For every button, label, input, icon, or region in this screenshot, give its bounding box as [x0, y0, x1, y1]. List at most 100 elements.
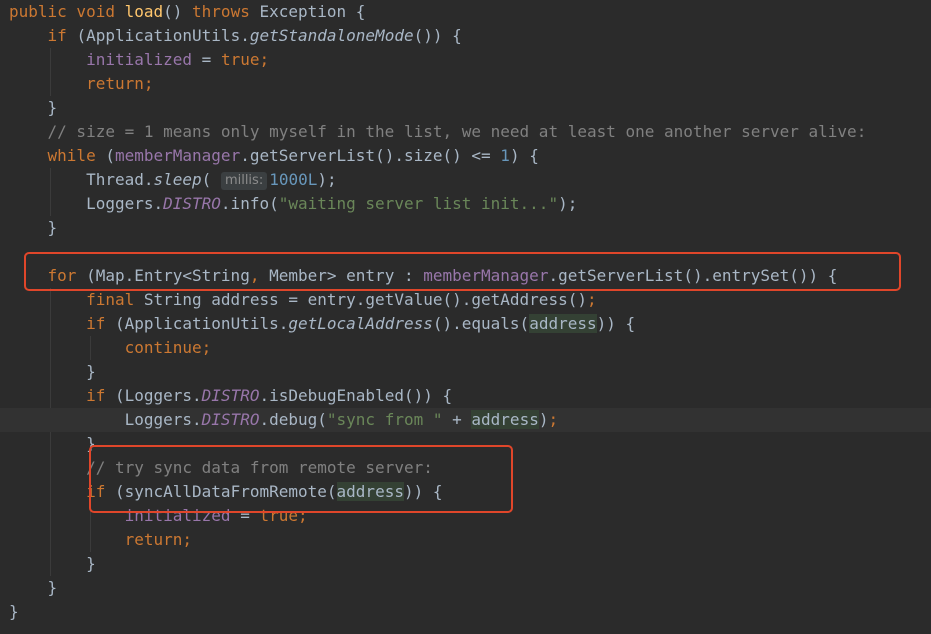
code-line[interactable]: if (ApplicationUtils.getStandaloneMode()… [0, 24, 931, 48]
code-line-text: return; [9, 72, 154, 96]
code-line-text: } [9, 600, 19, 624]
code-line[interactable]: final String address = entry.getValue().… [0, 288, 931, 312]
code-token: initialized [86, 50, 193, 69]
code-token: = [230, 506, 260, 525]
code-editor[interactable]: public void load() throws Exception { if… [0, 0, 931, 634]
code-token: if [47, 26, 77, 45]
code-token: .getServerList().entrySet()) { [548, 266, 838, 285]
code-token: DISTRO [163, 194, 221, 213]
code-token: ()) { [413, 26, 462, 45]
code-line-text: while (memberManager.getServerList().siz… [9, 144, 539, 168]
code-line[interactable]: public void load() throws Exception { [0, 0, 931, 24]
code-line[interactable]: while (memberManager.getServerList().siz… [0, 144, 931, 168]
code-line-text: } [9, 552, 96, 576]
code-token: continue; [124, 338, 212, 357]
code-token: ); [558, 194, 578, 213]
code-line[interactable]: if (ApplicationUtils.getLocalAddress().e… [0, 312, 931, 336]
code-token: } [9, 98, 58, 117]
code-token: () [163, 2, 193, 21]
code-line[interactable]: } [0, 96, 931, 120]
code-line-text: } [9, 216, 58, 240]
code-line[interactable]: Loggers.DISTRO.debug("sync from " + addr… [0, 408, 931, 432]
code-line-text: if (ApplicationUtils.getLocalAddress().e… [9, 312, 635, 336]
code-token: } [9, 578, 58, 597]
code-token: } [9, 602, 19, 621]
code-token: sleep [153, 170, 202, 189]
code-token: // try sync data from remote server: [86, 458, 433, 477]
code-line[interactable]: } [0, 600, 931, 624]
code-token: ; [548, 410, 559, 429]
code-line-text: initialized = true; [9, 504, 308, 528]
code-token: getStandaloneMode [249, 26, 414, 45]
code-token: )) { [403, 482, 443, 501]
code-token: Thread. [9, 170, 154, 189]
code-token: throws [192, 2, 260, 21]
parameter-hint: millis: [220, 172, 268, 190]
code-token: for [47, 266, 87, 285]
code-line-text: if (syncAllDataFromRemote(address)) { [9, 480, 443, 504]
code-line[interactable]: } [0, 432, 931, 456]
code-token: } [9, 554, 96, 573]
code-token: Loggers. [9, 410, 202, 429]
code-line[interactable]: return; [0, 72, 931, 96]
code-token: (Loggers. [114, 386, 202, 405]
code-token: return; [124, 530, 193, 549]
code-line[interactable]: if (Loggers.DISTRO.isDebugEnabled()) { [0, 384, 931, 408]
code-token: .isDebugEnabled()) { [259, 386, 453, 405]
code-line-text: continue; [9, 336, 212, 360]
code-token: ( [201, 170, 221, 189]
code-line[interactable]: Thread.sleep( millis: 1000L); [0, 168, 931, 192]
code-token: , [249, 266, 270, 285]
code-line-text: public void load() throws Exception { [9, 0, 365, 24]
code-line[interactable]: initialized = true; [0, 48, 931, 72]
code-line[interactable]: } [0, 552, 931, 576]
code-line-text: // size = 1 means only myself in the lis… [9, 120, 867, 144]
code-line[interactable]: } [0, 576, 931, 600]
code-line[interactable]: // try sync data from remote server: [0, 456, 931, 480]
code-line-text: } [9, 96, 58, 120]
code-token: if [86, 482, 115, 501]
code-line[interactable] [0, 240, 931, 264]
code-token: initialized [124, 506, 231, 525]
code-token: 1 [500, 146, 510, 165]
code-line-text: } [9, 576, 58, 600]
code-token: addre [471, 410, 520, 429]
code-line-text: final String address = entry.getValue().… [9, 288, 597, 312]
code-token: (syncAllDataFromRemote( [114, 482, 337, 501]
code-token: ( [105, 146, 115, 165]
code-line[interactable]: // size = 1 means only myself in the lis… [0, 120, 931, 144]
code-line[interactable]: Loggers.DISTRO.info("waiting server list… [0, 192, 931, 216]
code-token: // size = 1 means only myself in the lis… [47, 122, 867, 141]
code-token: .getServerList().size() <= [240, 146, 501, 165]
code-token: Member> entry : [269, 266, 424, 285]
code-line[interactable]: initialized = true; [0, 504, 931, 528]
code-line-text: Loggers.DISTRO.info("waiting server list… [9, 192, 577, 216]
code-token: return; [86, 74, 154, 93]
code-token: if [86, 314, 115, 333]
code-token: DISTRO [201, 386, 260, 405]
code-token: ) { [509, 146, 539, 165]
code-line[interactable]: for (Map.Entry<String, Member> entry : m… [0, 264, 931, 288]
code-line-text: Thread.sleep( millis: 1000L); [9, 168, 337, 192]
code-line[interactable]: if (syncAllDataFromRemote(address)) { [0, 480, 931, 504]
code-token: memberManager [114, 146, 241, 165]
code-line-text: if (ApplicationUtils.getStandaloneMode()… [9, 24, 462, 48]
code-token: if [86, 386, 115, 405]
code-line[interactable]: return; [0, 528, 931, 552]
code-line[interactable]: } [0, 360, 931, 384]
code-token: Exception { [259, 2, 366, 21]
code-token: true; [259, 506, 308, 525]
code-token: .info( [220, 194, 279, 213]
code-line-text: for (Map.Entry<String, Member> entry : m… [9, 264, 838, 288]
code-token: Loggers. [9, 194, 164, 213]
code-line[interactable]: } [0, 216, 931, 240]
code-line[interactable]: continue; [0, 336, 931, 360]
code-token: (ApplicationUtils. [76, 26, 250, 45]
code-token: String address = entry.getValue().getAdd… [143, 290, 587, 309]
